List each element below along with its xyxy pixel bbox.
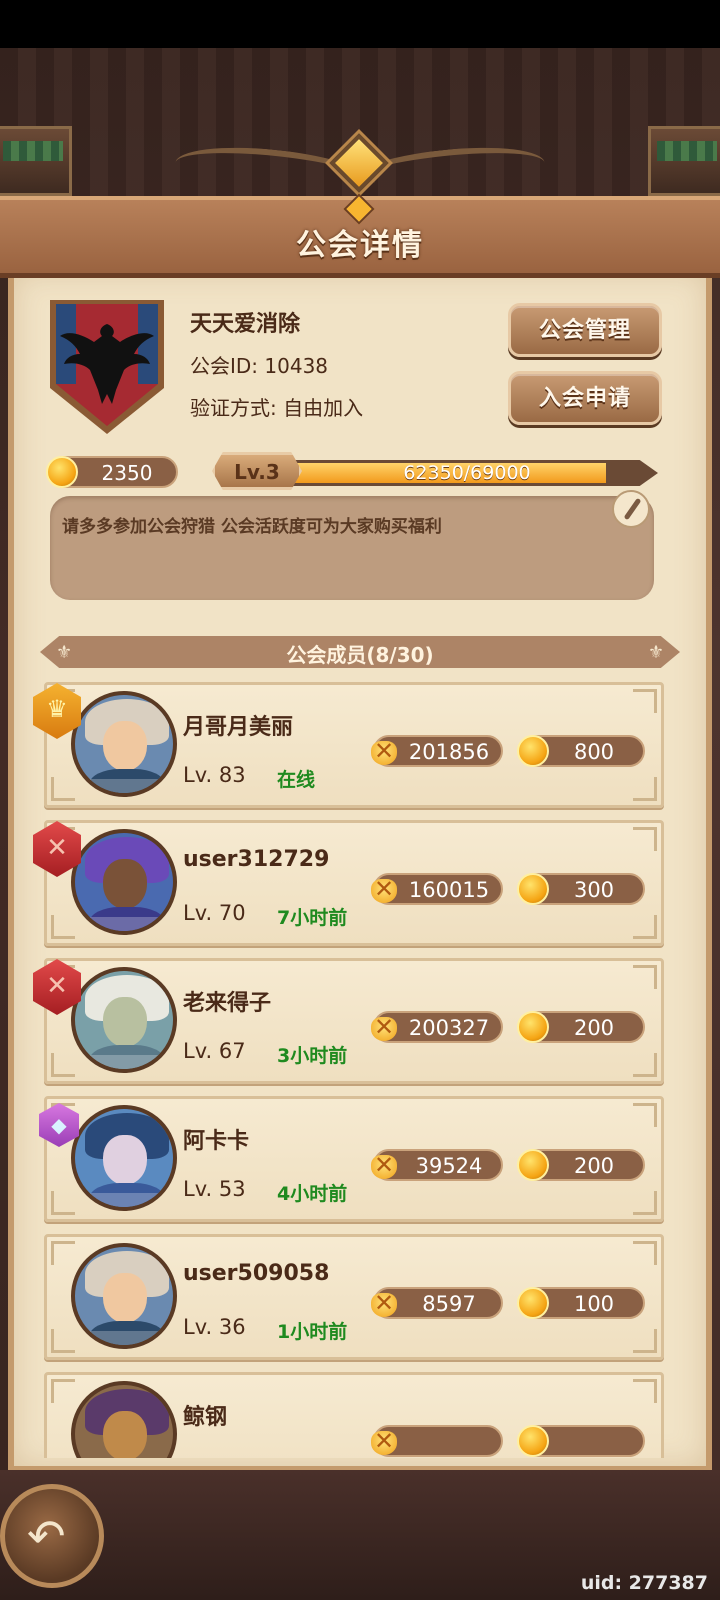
- member-avatar[interactable]: [71, 1105, 177, 1211]
- member-contribution: [365, 1425, 503, 1457]
- member-gold-value: 800: [573, 740, 615, 764]
- gold-coin-icon: [517, 1425, 549, 1457]
- gold-coin-icon: [517, 735, 549, 767]
- member-gold-value: 200: [573, 1016, 615, 1040]
- member-avatar[interactable]: [71, 1243, 177, 1349]
- member-avatar[interactable]: [71, 967, 177, 1073]
- crossed-swords-icon: [365, 1423, 403, 1458]
- member-contribution-value: 39524: [415, 1154, 483, 1178]
- member-card[interactable]: 阿卡卡 Lv. 53 4小时前 39524 200: [39, 1096, 664, 1222]
- member-card[interactable]: 老来得子 Lv. 67 3小时前 200327 200: [33, 958, 664, 1084]
- member-gold: 200: [517, 1011, 645, 1043]
- gold-coin-icon: [517, 1011, 549, 1043]
- crossed-swords-icon: [365, 733, 403, 771]
- status-bar: [0, 0, 720, 48]
- member-level: Lv. 53: [183, 1177, 246, 1201]
- member-level: Lv. 36: [183, 1315, 246, 1339]
- member-name: user312729: [183, 847, 330, 872]
- member-last-online: 在线: [277, 769, 316, 791]
- member-contribution-value: 160015: [408, 878, 490, 902]
- member-level: Lv. 83: [183, 763, 246, 787]
- member-card[interactable]: user509058 Lv. 36 1小时前 8597 100: [44, 1234, 664, 1360]
- member-contribution: 8597: [365, 1287, 503, 1319]
- member-level: Lv. 70: [183, 901, 246, 925]
- member-contribution: 39524: [365, 1149, 503, 1181]
- member-gold: 200: [517, 1149, 645, 1181]
- member-name: user509058: [183, 1261, 330, 1286]
- member-last-online: 4小时前: [277, 1183, 348, 1205]
- member-last-online: 7小时前: [277, 907, 348, 929]
- crossed-swords-icon: [365, 871, 403, 909]
- member-name: 鲸钢: [183, 1405, 228, 1430]
- member-contribution-value: 8597: [422, 1292, 476, 1316]
- member-gold: 300: [517, 873, 645, 905]
- member-list[interactable]: 月哥月美丽 Lv. 83 在线 201856 800 user312729 Lv. 70 7小…: [14, 278, 706, 1458]
- gold-coin-icon: [517, 1149, 549, 1181]
- crossed-swords-icon: [365, 1147, 403, 1185]
- member-gold-value: 100: [573, 1292, 615, 1316]
- crossed-swords-icon: [365, 1009, 403, 1047]
- member-last-online: 3小时前: [277, 1045, 348, 1067]
- member-gold: 100: [517, 1287, 645, 1319]
- member-gold: 800: [517, 735, 645, 767]
- member-card[interactable]: 月哥月美丽 Lv. 83 在线 201856 800: [33, 682, 664, 808]
- member-card[interactable]: user312729 Lv. 70 7小时前 160015 300: [33, 820, 664, 946]
- member-gold-value: 300: [573, 878, 615, 902]
- page-title: 公会详情: [296, 228, 424, 263]
- member-name: 月哥月美丽: [183, 715, 294, 740]
- member-card[interactable]: 鲸钢: [44, 1372, 664, 1458]
- member-level: Lv. 67: [183, 1039, 246, 1063]
- member-gold: [517, 1425, 645, 1457]
- gold-coin-icon: [517, 873, 549, 905]
- title-bar: 公会详情: [0, 193, 720, 278]
- member-avatar[interactable]: [71, 1381, 177, 1458]
- member-gold-value: 200: [573, 1154, 615, 1178]
- member-contribution: 160015: [365, 873, 503, 905]
- crossed-swords-icon: [365, 1285, 403, 1323]
- member-name: 老来得子: [183, 991, 272, 1016]
- back-button[interactable]: ↶: [0, 1484, 104, 1588]
- member-contribution-value: 201856: [408, 740, 490, 764]
- gold-coin-icon: [517, 1287, 549, 1319]
- member-last-online: 1小时前: [277, 1321, 348, 1343]
- user-uid: uid: 277387: [580, 1572, 708, 1594]
- member-avatar[interactable]: [71, 691, 177, 797]
- member-contribution: 200327: [365, 1011, 503, 1043]
- left-pillar-decoration: [0, 126, 72, 196]
- member-name: 阿卡卡: [183, 1129, 250, 1154]
- member-avatar[interactable]: [71, 829, 177, 935]
- right-pillar-decoration: [648, 126, 720, 196]
- back-arrow-icon: ↶: [27, 1509, 66, 1563]
- member-contribution: 201856: [365, 735, 503, 767]
- member-contribution-value: 200327: [408, 1016, 490, 1040]
